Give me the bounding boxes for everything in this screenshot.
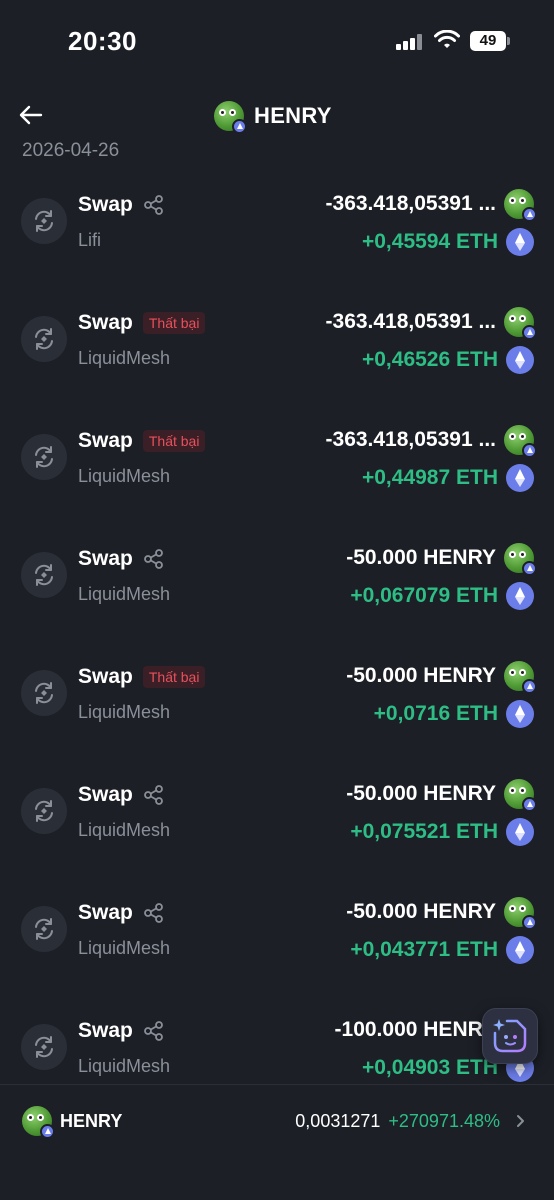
signal-icon [396, 34, 426, 50]
sent-amount: -363.418,05391 ... [325, 192, 496, 215]
ai-assistant-button[interactable] [482, 1008, 538, 1064]
transaction-type: Swap [78, 193, 133, 216]
eth-icon [506, 818, 534, 846]
transaction-row[interactable]: Swap LiquidMesh -50.000 HENRY +0,075521 ETH [0, 758, 554, 876]
eth-icon [506, 582, 534, 610]
footer-change: +270971.48% [388, 1110, 500, 1131]
chevron-right-icon [517, 1115, 524, 1127]
date-label: 2026-04-26 [22, 140, 120, 158]
footer-price-info: 0,0031271 +270971.48% [295, 1105, 528, 1137]
transaction-row[interactable]: Swap Lifi -363.418,05391 ... +0,45594 ETH [0, 168, 554, 286]
swap-icon [21, 316, 67, 362]
received-amount: +0,44987 ETH [361, 466, 498, 489]
share-icon[interactable] [143, 548, 165, 570]
sent-amount: -100.000 HENRY [334, 1018, 496, 1041]
henry-token-icon [504, 425, 537, 458]
footer-token-bar[interactable]: HENRY 0,0031271 +270971.48% [0, 1084, 554, 1200]
header: HENRY [0, 92, 554, 138]
transaction-row[interactable]: Swap Thất bại LiquidMesh -50.000 HENRY +0,07… [0, 640, 554, 758]
transaction-provider: Lifi [78, 230, 102, 250]
failed-badge: Thất bại [142, 312, 206, 334]
eth-icon [506, 228, 534, 256]
transaction-list: Swap Lifi -363.418,05391 ... +0,45594 ETH Sw… [0, 168, 554, 1084]
received-amount: +0,075521 ETH [350, 820, 498, 843]
henry-token-icon [504, 543, 537, 576]
transaction-provider: LiquidMesh [78, 702, 171, 722]
share-icon[interactable] [143, 784, 165, 806]
footer-price: 0,0031271 [295, 1110, 381, 1131]
header-token: HENRY [214, 96, 332, 136]
status-time: 20:30 [68, 26, 137, 56]
transaction-type: Swap [78, 1019, 133, 1042]
swap-icon [21, 434, 67, 480]
swap-icon [21, 1024, 67, 1070]
eth-icon [506, 700, 534, 728]
sent-amount: -363.418,05391 ... [325, 428, 496, 451]
swap-icon [21, 198, 67, 244]
failed-badge: Thất bại [142, 666, 206, 688]
transaction-provider: LiquidMesh [78, 584, 171, 604]
transaction-provider: LiquidMesh [78, 1056, 171, 1076]
transaction-type: Swap [78, 783, 133, 806]
sent-amount: -50.000 HENRY [346, 546, 496, 569]
transaction-type: Swap [78, 429, 133, 452]
sent-amount: -363.418,05391 ... [325, 310, 496, 333]
status-bar: 20:30 49 [0, 0, 554, 80]
eth-icon [506, 346, 534, 374]
footer-token-name: HENRY [60, 1110, 123, 1131]
henry-token-icon [504, 897, 537, 930]
received-amount: +0,45594 ETH [361, 230, 498, 253]
received-amount: +0,067079 ETH [350, 584, 498, 607]
ai-sparkle-icon [493, 1019, 527, 1053]
henry-token-icon [504, 189, 537, 222]
eth-icon [506, 936, 534, 964]
received-amount: +0,46526 ETH [361, 348, 498, 371]
swap-icon [21, 552, 67, 598]
back-arrow-icon[interactable] [16, 100, 46, 130]
received-amount: +0,043771 ETH [350, 938, 498, 961]
transaction-provider: LiquidMesh [78, 348, 171, 368]
transaction-type: Swap [78, 901, 133, 924]
failed-badge: Thất bại [142, 430, 206, 452]
received-amount: +0,04903 ETH [361, 1056, 498, 1079]
henry-token-icon [504, 779, 537, 812]
transaction-provider: LiquidMesh [78, 938, 171, 958]
henry-token-icon [22, 1106, 55, 1139]
transaction-type: Swap [78, 311, 133, 334]
battery-indicator: 49 [470, 31, 506, 51]
henry-token-icon [214, 101, 247, 134]
eth-network-badge-icon [40, 1124, 55, 1139]
swap-icon [21, 788, 67, 834]
sent-amount: -50.000 HENRY [346, 782, 496, 805]
transaction-provider: LiquidMesh [78, 466, 171, 486]
swap-icon [21, 906, 67, 952]
henry-token-icon [504, 307, 537, 340]
eth-network-badge-icon [232, 119, 247, 134]
sent-amount: -50.000 HENRY [346, 664, 496, 687]
swap-icon [21, 670, 67, 716]
footer-token: HENRY [22, 1105, 123, 1139]
transaction-row[interactable]: Swap Thất bại LiquidMesh -363.418,05391 ...… [0, 404, 554, 522]
sent-amount: -50.000 HENRY [346, 900, 496, 923]
page-title: HENRY [254, 103, 332, 128]
transaction-row[interactable]: Swap Thất bại LiquidMesh -363.418,05391 ...… [0, 286, 554, 404]
battery-tip [507, 37, 510, 45]
transaction-row[interactable]: Swap LiquidMesh -50.000 HENRY +0,043771 ETH [0, 876, 554, 994]
received-amount: +0,0716 ETH [373, 702, 498, 725]
henry-token-icon [504, 661, 537, 694]
share-icon[interactable] [143, 194, 165, 216]
wifi-icon [434, 30, 460, 48]
share-icon[interactable] [143, 902, 165, 924]
transaction-row[interactable]: Swap LiquidMesh -50.000 HENRY +0,067079 ETH [0, 522, 554, 640]
transaction-provider: LiquidMesh [78, 820, 171, 840]
share-icon[interactable] [143, 1020, 165, 1042]
transaction-type: Swap [78, 665, 133, 688]
transaction-row[interactable]: Swap LiquidMesh -100.000 HENRY +0,04903 ETH [0, 994, 554, 1084]
eth-icon [506, 464, 534, 492]
transaction-type: Swap [78, 547, 133, 570]
